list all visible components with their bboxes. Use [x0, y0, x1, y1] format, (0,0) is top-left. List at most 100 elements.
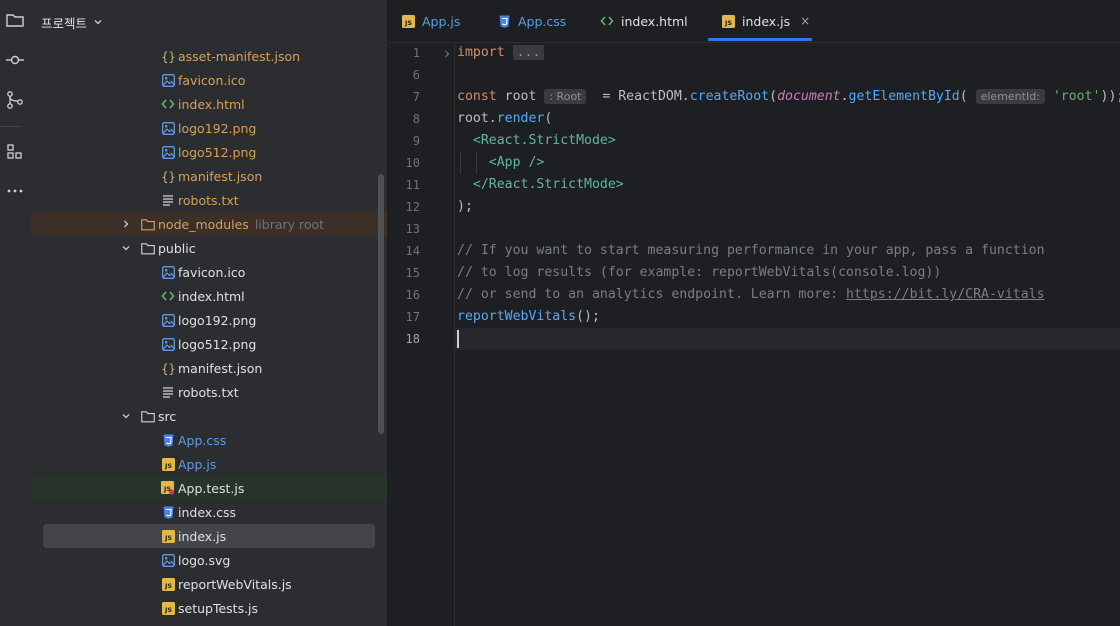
line-number: 15 — [405, 266, 420, 280]
svg-text:JS: JS — [163, 582, 171, 590]
comment-link[interactable]: https://bit.ly/CRA-vitals — [846, 287, 1045, 302]
folded-region[interactable]: ... — [512, 45, 545, 60]
svg-text:{}: {} — [162, 362, 175, 375]
tree-item-text: logo.svg — [178, 553, 230, 568]
project-tool-button[interactable] — [0, 5, 30, 35]
tree-file-app-js[interactable]: JS App.js — [31, 452, 387, 476]
keyword: const — [457, 89, 497, 104]
punctuation: ( — [544, 111, 553, 126]
jsx-tag: <React.StrictMode> — [472, 133, 616, 148]
tree-file-asset-manifest-json[interactable]: {}asset-manifest.json — [31, 44, 387, 68]
activity-bar — [0, 0, 32, 626]
punctuation: ); — [457, 199, 473, 214]
line-number: 16 — [405, 288, 420, 302]
chevron-down-icon[interactable] — [121, 243, 131, 253]
tree-folder-src[interactable]: src — [31, 404, 387, 428]
css-icon — [161, 505, 175, 519]
tree-item-text: asset-manifest.json — [178, 49, 300, 64]
editor-tabs: JS App.js App.css index.html JS index.js… — [388, 0, 1120, 43]
tree-file-robots-txt[interactable]: robots.txt — [31, 380, 387, 404]
folder-icon — [141, 217, 155, 231]
tree-item-text: logo192.png — [178, 313, 256, 328]
line-number: 8 — [412, 112, 420, 126]
html-icon — [161, 97, 175, 111]
tree-folder-node-modules[interactable]: node_modules library root — [31, 212, 387, 236]
html-icon — [161, 289, 175, 303]
tree-file-index-css[interactable]: index.css — [31, 500, 387, 524]
js-test-icon: JS — [161, 481, 175, 495]
punctuation: ( — [769, 89, 778, 104]
tab-label: index.html — [621, 13, 688, 29]
tree-item-label: logo512.png — [178, 336, 257, 352]
function-call: reportWebVitals — [457, 309, 577, 324]
tree-item-text: node_modules library root — [158, 217, 324, 232]
tree-item-text: favicon.ico — [178, 73, 245, 88]
code-line-1: import ... — [457, 42, 545, 64]
tree-file-index-html[interactable]: index.html — [31, 92, 387, 116]
tree-file-app-test-js[interactable]: JS App.test.js — [31, 476, 387, 500]
tree-item-label: setupTests.js — [178, 600, 259, 616]
tree-item-text: setupTests.js — [178, 601, 258, 616]
pull-requests-tool-button[interactable] — [0, 85, 30, 115]
tab-app-css[interactable]: App.css — [498, 0, 566, 42]
tree-item-label: index.html — [178, 288, 245, 304]
tree-item-text: logo512.png — [178, 337, 256, 352]
tab-index-html[interactable]: index.html — [600, 0, 688, 42]
comment: // to log results (for example: reportWe… — [457, 265, 942, 280]
chevron-down-icon[interactable] — [121, 411, 131, 421]
string-literal: 'root' — [1052, 89, 1101, 104]
tree-file-manifest-json[interactable]: {}manifest.json — [31, 164, 387, 188]
code-line-7: const root : Root = ReactDOM.createRoot(… — [457, 86, 1120, 108]
tree-item-label: logo192.png — [178, 120, 257, 136]
structure-icon — [7, 144, 22, 159]
project-view-selector[interactable]: 프로젝트 — [41, 12, 103, 32]
code-line-8: root.render( — [457, 108, 552, 130]
code-line-16: // or send to an analytics endpoint. Lea… — [457, 284, 1045, 306]
fold-expand-icon[interactable] — [442, 48, 452, 58]
identifier: root — [496, 89, 537, 104]
more-tools-button[interactable] — [0, 176, 30, 206]
comment: // If you want to start measuring perfor… — [457, 243, 1045, 258]
code-line-14: // If you want to start measuring perfor… — [457, 240, 1045, 262]
tree-file-reportwebvitals-js[interactable]: JS reportWebVitals.js — [31, 572, 387, 596]
svg-text:JS: JS — [163, 462, 171, 470]
structure-tool-button[interactable] — [0, 137, 30, 167]
jsx-tag: <App /> — [488, 155, 545, 170]
tree-file-favicon-ico[interactable]: favicon.ico — [31, 260, 387, 284]
tree-file-app-css[interactable]: App.css — [31, 428, 387, 452]
tree-file-robots-txt[interactable]: robots.txt — [31, 188, 387, 212]
tree-file-favicon-ico[interactable]: favicon.ico — [31, 68, 387, 92]
activity-separator — [0, 126, 22, 127]
tree-folder-public[interactable]: public — [31, 236, 387, 260]
project-title: 프로젝트 — [41, 15, 88, 31]
tree-file-logo-svg[interactable]: logo.svg — [31, 548, 387, 572]
tree-file-logo512-png[interactable]: logo512.png — [31, 332, 387, 356]
tree-file-index-html[interactable]: index.html — [31, 284, 387, 308]
tree-item-text: manifest.json — [178, 361, 262, 376]
tab-app-js[interactable]: JS App.js — [402, 0, 460, 42]
line-number: 11 — [405, 178, 420, 192]
close-icon[interactable]: × — [800, 14, 810, 28]
line-number: 1 — [412, 46, 420, 60]
tree-item-label: asset-manifest.json — [178, 48, 301, 64]
punctuation: (); — [576, 309, 600, 324]
tree-file-manifest-json[interactable]: {}manifest.json — [31, 356, 387, 380]
tree-file-logo512-png[interactable]: logo512.png — [31, 140, 387, 164]
punctuation: ( — [959, 89, 968, 104]
tree-file-index-js[interactable]: JS index.js — [31, 524, 387, 548]
keyword: import — [457, 45, 505, 60]
tree-file-logo192-png[interactable]: logo192.png — [31, 116, 387, 140]
project-panel: 프로젝트 {}asset-manifest.jsonfavicon.icoind… — [31, 0, 387, 626]
tree-scrollbar[interactable] — [378, 174, 384, 434]
image-icon — [161, 265, 175, 279]
code-line-15: // to log results (for example: reportWe… — [457, 262, 941, 284]
chevron-right-icon[interactable] — [121, 219, 131, 229]
css-icon — [161, 433, 175, 447]
tab-index-js[interactable]: JS index.js × — [722, 0, 810, 42]
tree-file-logo192-png[interactable]: logo192.png — [31, 308, 387, 332]
tree-file-setuptests-js[interactable]: JS setupTests.js — [31, 596, 387, 620]
js-icon: JS — [161, 601, 175, 615]
commit-tool-button[interactable] — [0, 45, 30, 75]
code-line-9: <React.StrictMode> — [457, 130, 616, 152]
identifier: root. — [457, 111, 497, 126]
